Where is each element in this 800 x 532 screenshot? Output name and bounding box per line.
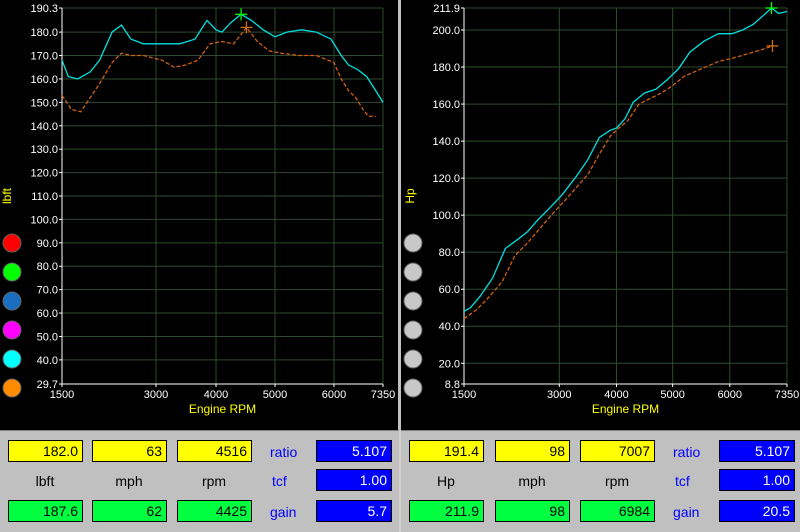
power-readout-panel: 191.4 98 7007 ratio 5.107 Hp mph rpm tcf…	[401, 430, 800, 532]
torque-swatch-red[interactable]	[2, 233, 22, 253]
rpm-label: rpm	[201, 473, 227, 489]
power-y-tick-label: 211.9	[433, 3, 460, 15]
power-marker-1	[766, 39, 779, 52]
torque-y-axis-label: lbft	[0, 187, 14, 204]
power-swatch-slot-5[interactable]	[403, 378, 423, 398]
power-x-tick-label: 7350	[775, 389, 799, 401]
ref-torque-value: 182.0	[8, 440, 83, 462]
power-y-tick-label: 200.0	[432, 25, 460, 37]
power-unit-label: Hp	[437, 473, 455, 489]
cur-rpm-value: 6984	[580, 500, 655, 522]
torque-y-tick-label: 100.0	[30, 214, 58, 226]
power-chart-panel: 8.8 20.0 40.0 60.0 80.0 100.0 120.0 140.0 160.0 1…	[401, 0, 800, 430]
tcf-label: tcf	[272, 473, 287, 489]
torque-y-tick-label: 40.0	[37, 355, 58, 367]
torque-y-tick-label: 150.0	[30, 97, 58, 109]
tcf-label: tcf	[675, 473, 690, 489]
power-x-tick-label: 1500	[452, 389, 476, 401]
cur-power-value: 211.9	[409, 500, 484, 522]
power-axes	[463, 8, 787, 385]
torque-y-tick-label: 140.0	[30, 121, 58, 133]
power-x-tick-label: 3000	[547, 389, 571, 401]
gain-label: gain	[673, 504, 700, 520]
torque-measured-curve	[61, 13, 384, 103]
power-swatch-slot-1[interactable]	[403, 262, 423, 282]
power-y-tick-label: 120.0	[432, 173, 460, 185]
power-y-tick-label: 160.0	[432, 99, 460, 111]
torque-y-tick-label: 60.0	[37, 308, 58, 320]
torque-y-tick-label: 160.0	[30, 74, 58, 86]
dyno-app: 29.7 40.0 50.0 60.0 70.0 80.0 90.0 100.0 110.0 12…	[0, 0, 800, 532]
torque-swatch-orange[interactable]	[2, 378, 22, 398]
cur-mph-value: 98	[495, 500, 570, 522]
power-y-tick-label: 60.0	[439, 284, 460, 296]
power-y-axis-label: Hp	[403, 188, 417, 204]
torque-x-tick-label: 3000	[144, 389, 168, 401]
rpm-label: rpm	[604, 473, 630, 489]
power-x-tick-label: 4000	[604, 389, 628, 401]
torque-y-tick-label: 130.0	[30, 144, 58, 156]
torque-swatch-green[interactable]	[2, 262, 22, 282]
torque-y-tick-label: 170.0	[30, 51, 58, 63]
torque-unit-label: lbft	[35, 473, 55, 489]
torque-chart: 29.740.050.060.070.080.090.0100.0110.012…	[0, 3, 395, 416]
ratio-label: ratio	[673, 444, 701, 460]
ref-rpm-value: 7007	[580, 440, 655, 462]
cur-mph-value: 62	[92, 500, 167, 522]
torque-x-tick-label: 7350	[371, 389, 395, 401]
power-y-tick-label: 40.0	[439, 321, 460, 333]
ratio-value[interactable]: 5.107	[316, 440, 392, 462]
power-swatch-slot-0[interactable]	[403, 233, 423, 253]
torque-y-tick-label: 80.0	[37, 261, 58, 273]
ratio-value[interactable]: 5.107	[719, 440, 795, 462]
torque-x-tick-label: 6000	[322, 389, 346, 401]
torque-y-tick-label: 120.0	[30, 168, 58, 180]
torque-swatch-blue[interactable]	[2, 291, 22, 311]
torque-y-tick-label: 50.0	[37, 331, 58, 343]
power-y-tick-label: 100.0	[432, 210, 460, 222]
torque-reference-curve	[61, 26, 376, 118]
tcf-value[interactable]: 1.00	[316, 469, 392, 491]
mph-label: mph	[115, 473, 143, 489]
torque-swatch-magenta[interactable]	[2, 320, 22, 340]
torque-x-axis-label: Engine RPM	[189, 402, 256, 416]
power-y-tick-label: 20.0	[439, 358, 460, 370]
power-x-axis-label: Engine RPM	[592, 402, 659, 416]
torque-x-tick-label: 4000	[204, 389, 228, 401]
gain-value: 5.7	[316, 500, 392, 522]
gain-label: gain	[270, 504, 297, 520]
torque-chart-panel: 29.7 40.0 50.0 60.0 70.0 80.0 90.0 100.0 110.0 12…	[0, 0, 398, 430]
torque-x-tick-label: 5000	[263, 389, 287, 401]
tcf-value[interactable]: 1.00	[719, 469, 795, 491]
torque-y-tick-label: 70.0	[37, 285, 58, 297]
ref-rpm-value: 4516	[177, 440, 252, 462]
ref-mph-value: 63	[92, 440, 167, 462]
power-swatch-slot-2[interactable]	[403, 291, 423, 311]
ratio-label: ratio	[270, 444, 298, 460]
ref-power-value: 191.4	[409, 440, 484, 462]
power-y-tick-label: 140.0	[432, 136, 460, 148]
mph-label: mph	[518, 473, 546, 489]
power-reference-curve	[463, 45, 773, 320]
torque-swatch-cyan[interactable]	[2, 349, 22, 369]
power-x-tick-label: 5000	[660, 389, 684, 401]
cur-rpm-value: 4425	[177, 500, 252, 522]
torque-y-tick-label: 190.3	[30, 3, 58, 15]
power-measured-curve	[463, 7, 788, 312]
power-swatch-slot-4[interactable]	[403, 349, 423, 369]
power-x-tick-label: 6000	[718, 389, 742, 401]
power-y-tick-label: 180.0	[432, 62, 460, 74]
torque-y-tick-label: 110.0	[31, 191, 58, 203]
torque-y-tick-label: 180.0	[30, 27, 58, 39]
power-swatch-slot-3[interactable]	[403, 320, 423, 340]
power-chart: 8.820.040.060.080.0100.0120.0140.0160.01…	[403, 2, 799, 416]
torque-y-tick-label: 90.0	[37, 238, 58, 250]
gain-value: 20.5	[719, 500, 795, 522]
power-y-tick-label: 80.0	[439, 247, 460, 259]
ref-mph-value: 98	[495, 440, 570, 462]
torque-x-tick-label: 1500	[50, 389, 74, 401]
torque-readout-panel: 182.0 63 4516 ratio 5.107 lbft mph rpm t…	[0, 430, 399, 532]
cur-torque-value: 187.6	[8, 500, 83, 522]
